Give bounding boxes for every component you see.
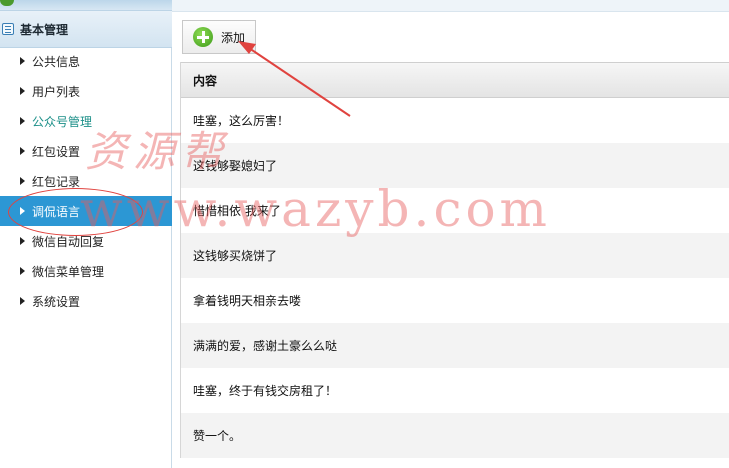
add-button-label: 添加 (221, 30, 246, 45)
caret-right-icon (20, 177, 25, 185)
sidebar-group-title: 基本管理 (20, 22, 69, 37)
sidebar-top-strip (0, 0, 172, 10)
caret-right-icon (20, 117, 25, 125)
caret-right-icon (20, 237, 25, 245)
sidebar-group-header[interactable]: 基本管理 (0, 10, 172, 48)
table-row[interactable]: 这钱够买烧饼了 (181, 233, 729, 278)
watermark-url: www.wazyb.com (80, 180, 551, 238)
sidebar-item-public-info[interactable]: 公共信息 (0, 46, 172, 76)
list-icon (2, 23, 14, 35)
top-badge-icon (0, 0, 14, 6)
table-row[interactable]: 赞一个。 (181, 413, 729, 458)
sidebar-item-label: 公共信息 (32, 54, 81, 69)
caret-right-icon (20, 297, 25, 305)
caret-right-icon (20, 87, 25, 95)
caret-right-icon (20, 267, 25, 275)
plus-circle-icon (193, 27, 213, 47)
table-row[interactable]: 拿着钱明天相亲去喽 (181, 278, 729, 323)
main-top-strip (172, 0, 729, 12)
caret-right-icon (20, 147, 25, 155)
table-row[interactable]: 哇塞，这么厉害！ (181, 98, 729, 143)
table-header-content[interactable]: 内容 (181, 62, 729, 98)
content-table: 内容 哇塞，这么厉害！ 这钱够娶媳妇了 惜惜相依 我来了 这钱够买烧饼了 拿着钱… (180, 62, 729, 458)
table-row[interactable]: 哇塞，终于有钱交房租了！ (181, 368, 729, 413)
sidebar-item-label: 系统设置 (32, 294, 81, 309)
sidebar-item-wechat-menu[interactable]: 微信菜单管理 (0, 256, 172, 286)
add-button[interactable]: 添加 (182, 20, 256, 54)
sidebar-item-user-list[interactable]: 用户列表 (0, 76, 172, 106)
sidebar-item-label: 红包设置 (32, 144, 81, 159)
sidebar-item-label: 公众号管理 (32, 114, 93, 129)
app-window: 基本管理 公共信息 用户列表 公众号管理 红包设置 红包记录 调侃语言 微信自动… (0, 0, 729, 468)
sidebar-item-system-settings[interactable]: 系统设置 (0, 286, 172, 316)
table-row[interactable]: 满满的爱，感谢土豪么么哒 (181, 323, 729, 368)
caret-right-icon (20, 57, 25, 65)
sidebar-item-label: 微信菜单管理 (32, 264, 105, 279)
sidebar-item-label: 用户列表 (32, 84, 81, 99)
watermark-logo: 资源帮 (85, 127, 230, 176)
sidebar-item-label: 红包记录 (32, 174, 81, 189)
